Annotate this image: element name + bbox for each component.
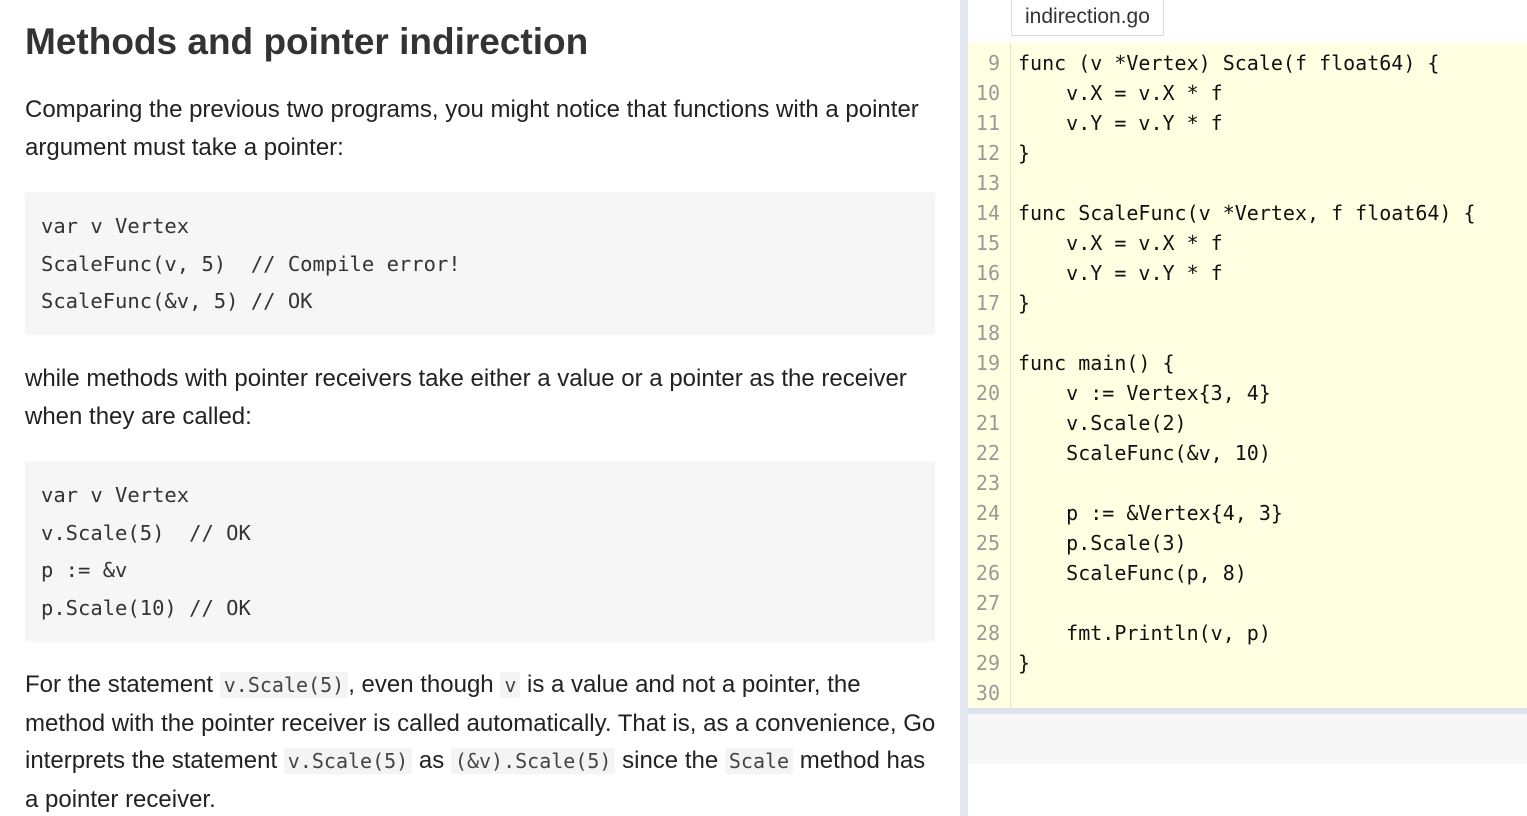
- line-number: 11: [975, 111, 1000, 135]
- line-code[interactable]: ScaleFunc(p, 8): [1018, 558, 1247, 588]
- line-number: 10: [975, 81, 1000, 105]
- lesson-pane: Methods and pointer indirection Comparin…: [0, 0, 960, 816]
- editor-pane: indirection.go 9 func (v *Vertex) Scale(f…: [968, 0, 1527, 816]
- line-number: 14: [975, 201, 1000, 225]
- line-code[interactable]: v := Vertex{3, 4}: [1018, 378, 1271, 408]
- line-code[interactable]: fmt.Println(v, p): [1018, 618, 1271, 648]
- line-code[interactable]: func ScaleFunc(v *Vertex, f float64) {: [1018, 198, 1476, 228]
- line-code[interactable]: }: [1018, 648, 1030, 678]
- editor-line[interactable]: 15 v.X = v.X * f: [968, 228, 1527, 258]
- line-number: 9: [987, 51, 1000, 75]
- line-code[interactable]: }: [1018, 288, 1030, 318]
- editor-line[interactable]: 23: [968, 468, 1527, 498]
- inline-code: v: [500, 672, 521, 698]
- editor-line[interactable]: 18: [968, 318, 1527, 348]
- line-code[interactable]: ScaleFunc(&v, 10): [1018, 438, 1271, 468]
- line-code[interactable]: v.Y = v.Y * f: [1018, 258, 1223, 288]
- inline-code: (&v).Scale(5): [450, 748, 616, 775]
- line-code[interactable]: v.X = v.X * f: [1018, 228, 1223, 258]
- line-number: 15: [975, 231, 1000, 255]
- editor-line[interactable]: 26 ScaleFunc(p, 8): [968, 558, 1527, 588]
- editor-line[interactable]: 22 ScaleFunc(&v, 10): [968, 438, 1527, 468]
- line-number: 30: [975, 681, 1000, 705]
- line-code[interactable]: p := &Vertex{4, 3}: [1018, 498, 1283, 528]
- paragraph-text: as: [412, 747, 451, 775]
- editor-line[interactable]: 13: [968, 168, 1527, 198]
- paragraph-text: For the statement: [25, 671, 220, 698]
- line-number: 21: [975, 411, 1000, 435]
- inline-code: Scale: [724, 748, 794, 775]
- line-number: 19: [975, 351, 1000, 375]
- line-code[interactable]: v.Scale(2): [1018, 408, 1186, 438]
- line-number: 18: [975, 321, 1000, 345]
- line-number: 17: [975, 291, 1000, 315]
- code-example-1-line: ScaleFunc(&v, 5) // OK: [41, 289, 313, 314]
- file-tab[interactable]: indirection.go: [1011, 0, 1164, 36]
- line-number: 13: [975, 171, 1000, 195]
- editor-line[interactable]: 27: [968, 588, 1527, 618]
- editor-line[interactable]: 12}: [968, 138, 1527, 168]
- code-example-2-line: p.Scale(10) // OK: [41, 595, 251, 620]
- inline-code: v.Scale(5): [219, 672, 349, 698]
- editor-line[interactable]: 10 v.X = v.X * f: [968, 78, 1527, 108]
- lesson-paragraph-3: For the statement v.Scale(5), even thoug…: [25, 666, 940, 816]
- code-example-1: var v Vertex ScaleFunc(v, 5) // Compile …: [25, 192, 935, 335]
- line-code[interactable]: v.Y = v.Y * f: [1018, 108, 1223, 138]
- line-number: 25: [975, 531, 1000, 555]
- line-number: 27: [975, 591, 1000, 615]
- code-example-1-line: ScaleFunc(v, 5) // Compile error!: [41, 251, 461, 276]
- editor-line[interactable]: 25 p.Scale(3): [968, 528, 1527, 558]
- line-number: 28: [975, 621, 1000, 645]
- editor-line[interactable]: 21 v.Scale(2): [968, 408, 1527, 438]
- editor-line[interactable]: 20 v := Vertex{3, 4}: [968, 378, 1527, 408]
- code-example-2-line: var v Vertex: [41, 483, 190, 507]
- line-code[interactable]: p.Scale(3): [1018, 528, 1186, 558]
- line-number: 23: [975, 471, 1000, 495]
- line-code[interactable]: func (v *Vertex) Scale(f float64) {: [1018, 48, 1439, 78]
- line-number: 24: [975, 501, 1000, 525]
- editor-line[interactable]: 14 func ScaleFunc(v *Vertex, f float64) {: [968, 198, 1527, 228]
- editor-line[interactable]: 17}: [968, 288, 1527, 318]
- line-number: 29: [975, 651, 1000, 675]
- paragraph-text: since the: [615, 747, 725, 775]
- code-example-2: var v Vertex v.Scale(5) // OK p := &v p.…: [25, 461, 935, 642]
- code-editor[interactable]: 9 func (v *Vertex) Scale(f float64) {10 v…: [968, 43, 1527, 708]
- inline-code: v.Scale(5): [283, 748, 413, 775]
- line-number: 22: [975, 441, 1000, 465]
- output-area: [968, 714, 1527, 764]
- editor-line[interactable]: 16 v.Y = v.Y * f: [968, 258, 1527, 288]
- code-example-2-line: p := &v: [41, 558, 128, 583]
- line-number: 16: [975, 261, 1000, 285]
- editor-line[interactable]: 19 func main() {: [968, 348, 1527, 378]
- page-title: Methods and pointer indirection: [25, 21, 589, 62]
- code-example-2-line: v.Scale(5) // OK: [41, 520, 251, 545]
- line-code[interactable]: }: [1018, 138, 1030, 168]
- line-number: 26: [975, 561, 1000, 585]
- editor-line[interactable]: 29}: [968, 648, 1527, 678]
- line-number: 20: [975, 381, 1000, 405]
- line-number: 12: [975, 141, 1000, 165]
- lesson-paragraph-1: Comparing the previous two programs, you…: [25, 96, 919, 161]
- editor-line[interactable]: 9 func (v *Vertex) Scale(f float64) {: [968, 48, 1527, 78]
- editor-line[interactable]: 24 p := &Vertex{4, 3}: [968, 498, 1527, 528]
- paragraph-text: , even though: [348, 671, 501, 698]
- editor-line[interactable]: 28 fmt.Println(v, p): [968, 618, 1527, 648]
- editor-line[interactable]: 30: [968, 678, 1527, 708]
- line-code[interactable]: func main() {: [1018, 348, 1175, 378]
- lesson-paragraph-2: while methods with pointer receivers tak…: [25, 365, 907, 430]
- pane-divider[interactable]: [960, 0, 968, 816]
- code-example-1-line: var v Vertex: [41, 214, 190, 238]
- editor-line[interactable]: 11 v.Y = v.Y * f: [968, 108, 1527, 138]
- line-code[interactable]: v.X = v.X * f: [1018, 78, 1223, 108]
